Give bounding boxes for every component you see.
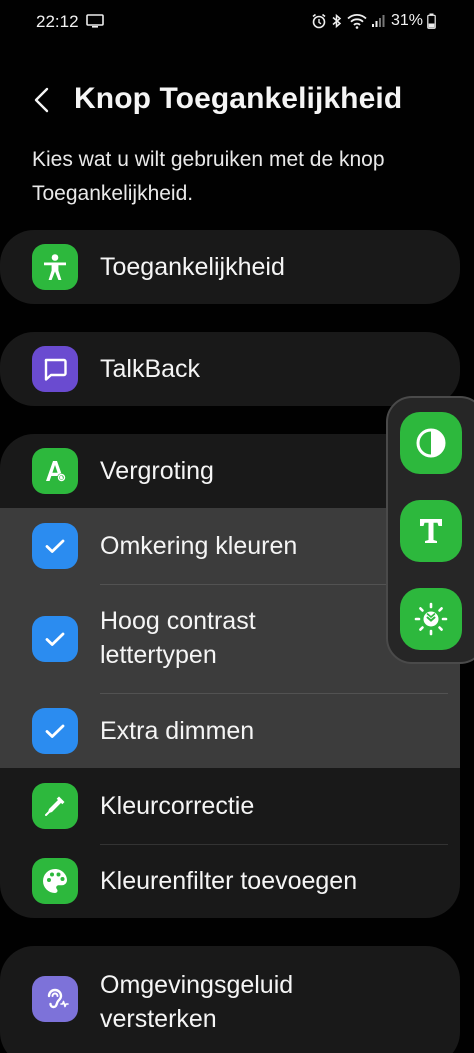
list-item-label: Extra dimmen: [100, 717, 255, 745]
alarm-icon: [312, 13, 326, 29]
check-icon: [32, 523, 78, 569]
bluetooth-icon: [332, 13, 342, 29]
card-hearing: Omgevingsgeluid versterken: [0, 946, 460, 1053]
status-time: 22:12: [36, 12, 79, 31]
palette-icon: [32, 858, 78, 904]
list-item-label-line2: lettertypen: [100, 641, 217, 669]
list-item-extra-dimmen[interactable]: Extra dimmen: [0, 694, 460, 768]
signal-icon: [371, 15, 385, 27]
list-item-label: Omkering kleuren: [100, 532, 298, 560]
list-item-label: Omgevingsgeluid: [100, 971, 294, 999]
list-item-talkback[interactable]: TalkBack: [0, 332, 460, 406]
list-item-label: Kleurcorrectie: [100, 792, 255, 820]
cast-icon: [86, 14, 104, 28]
high-contrast-text-icon: [420, 519, 442, 543]
back-arrow-icon: [34, 87, 49, 113]
check-icon: [32, 708, 78, 754]
magnify-letter-icon: [32, 448, 78, 494]
list-item-kleurenfilter[interactable]: Kleurenfilter toevoegen: [0, 845, 460, 918]
battery-icon: [427, 13, 436, 29]
page-title: Knop Toegankelijkheid: [74, 82, 403, 115]
page-description: Kies wat u wilt gebruiken met de knop To…: [32, 148, 385, 205]
list-item-toegankelijkheid[interactable]: Toegankelijkheid: [0, 230, 460, 304]
battery-percent: 31%: [390, 12, 423, 29]
list-item-label: Vergroting: [100, 457, 214, 485]
status-bar: 22:12 31%: [0, 0, 474, 44]
card-accessibility: Toegankelijkheid: [0, 230, 460, 304]
status-icons: 31%: [311, 12, 436, 30]
high-contrast-text-button[interactable]: [400, 500, 462, 562]
wifi-icon: [347, 14, 367, 29]
header: Knop Toegankelijkheid: [0, 80, 474, 120]
color-dropper-icon: [32, 783, 78, 829]
accessibility-person-icon: [32, 244, 78, 290]
talkback-chat-icon: [32, 346, 78, 392]
list-item-omgevingsgeluid[interactable]: Omgevingsgeluid versterken: [0, 946, 460, 1053]
list-item-label: TalkBack: [100, 355, 201, 383]
ear-icon: [32, 976, 78, 1022]
list-item-label-line2: versterken: [100, 1005, 217, 1033]
list-item-label: Toegankelijkheid: [100, 253, 285, 281]
extra-dim-icon: [414, 602, 448, 636]
check-icon: [32, 616, 78, 662]
back-button[interactable]: [26, 82, 56, 118]
floating-accessibility-panel: [386, 396, 474, 664]
extra-dim-button[interactable]: [400, 588, 462, 650]
invert-colors-button[interactable]: [400, 412, 462, 474]
card-talkback: TalkBack: [0, 332, 460, 406]
list-item-label: Kleurenfilter toevoegen: [100, 867, 358, 895]
list-item-kleurcorrectie[interactable]: Kleurcorrectie: [0, 768, 460, 844]
invert-colors-icon: [416, 428, 446, 458]
list-item-label: Hoog contrast: [100, 607, 256, 635]
